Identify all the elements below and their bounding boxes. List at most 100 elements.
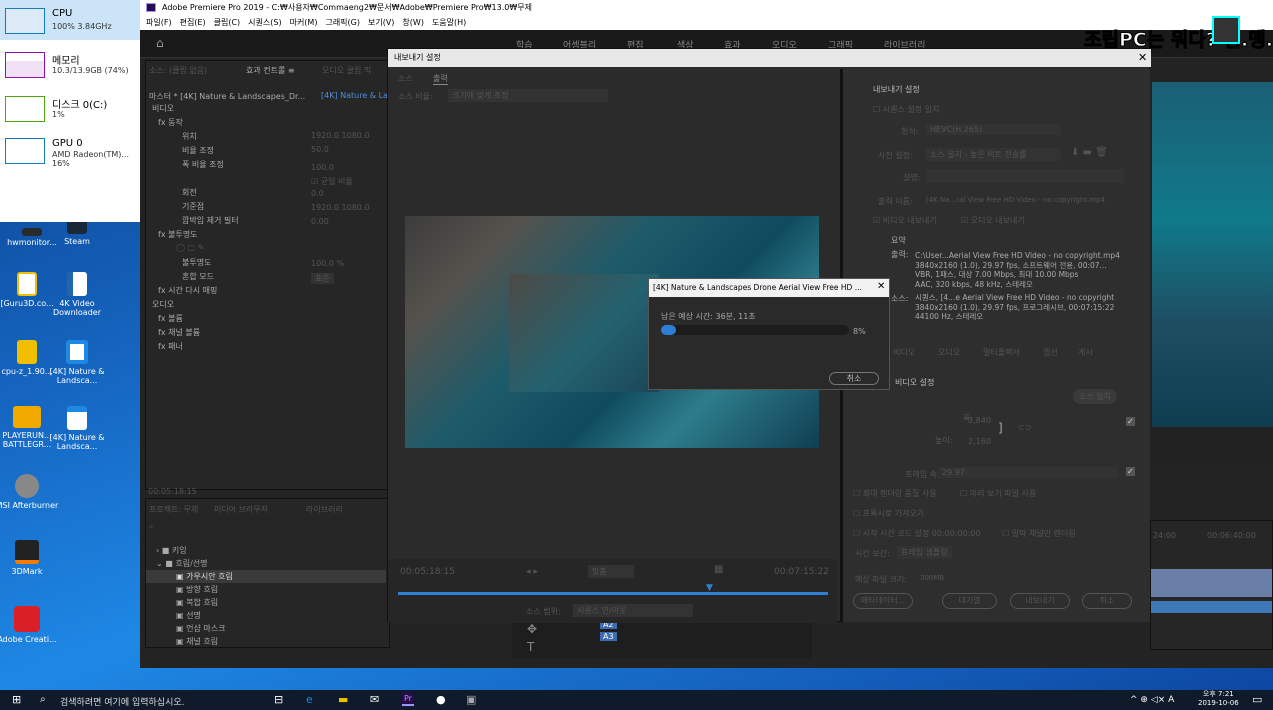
param-scale-width[interactable]: 폭 비율 조정: [182, 159, 224, 170]
search-icon[interactable]: ⌕: [149, 522, 153, 532]
effect-channel-blur[interactable]: ▣ 채널 흐림: [176, 636, 218, 647]
memory-row[interactable]: 메모리 10.3/13.9GB (74%): [0, 44, 140, 84]
effect-motion[interactable]: fx 동작: [158, 117, 183, 128]
mask-shape-icons[interactable]: ◯ ▢ ✎: [176, 243, 204, 252]
effect-panner[interactable]: fx 패너: [158, 341, 183, 352]
export-audio-checkbox[interactable]: ☑ 오디오 내보내기: [961, 215, 1025, 226]
import-proxy-checkbox[interactable]: ☐ 프록시로 가져오기: [853, 508, 924, 519]
link-chain-icon[interactable]: ⊂⊃: [1018, 423, 1031, 432]
param-anti-flicker[interactable]: 깜박임 제거 필터: [182, 215, 239, 226]
progress-close-icon[interactable]: ✕: [877, 281, 885, 292]
effect-compound-blur[interactable]: ▣ 복합 흐림: [176, 597, 218, 608]
menu-help[interactable]: 도움말(H): [432, 18, 466, 27]
source-range-bar[interactable]: [398, 592, 828, 595]
taskbar-search-box[interactable]: 검색하려면 여기에 입력하십시오.: [60, 695, 185, 708]
menu-file[interactable]: 파일(F): [146, 18, 172, 27]
preview-files-checkbox[interactable]: ☐ 미리 보기 파일 사용: [960, 488, 1036, 499]
param-rotation[interactable]: 회전: [182, 187, 197, 198]
desktop-icon-msi-afterburner[interactable]: MSI Afterburner: [0, 474, 59, 510]
notification-icon[interactable]: ▭: [1252, 693, 1262, 706]
uniform-scale-checkbox[interactable]: ☑ 균일 비율: [311, 176, 353, 187]
task-view-icon[interactable]: ⊟: [274, 693, 283, 706]
windows-start-icon[interactable]: ⊞: [12, 693, 21, 706]
tray-icons[interactable]: ^ ⊕ ◁× A: [1130, 695, 1174, 705]
effect-volume[interactable]: fx 볼륨: [158, 313, 183, 324]
cpu-row[interactable]: CPU 100% 3.84GHz: [0, 0, 140, 40]
source-scale-select[interactable]: 크기에 맞게 조정: [448, 89, 608, 102]
tab-source[interactable]: 소스: (클립 없음): [149, 65, 207, 76]
start-timecode-checkbox[interactable]: ☐ 시작 시간 코드 설정 00:00:00:00: [853, 528, 981, 539]
playhead-icon[interactable]: ▼: [706, 583, 713, 593]
param-blend-mode[interactable]: 혼합 모드: [182, 271, 214, 282]
desktop-icon-nature-video-2[interactable]: [4K] Nature & Landsca...: [45, 406, 109, 451]
value-position[interactable]: 1920.0 1080.0: [311, 131, 370, 140]
output-name-link[interactable]: [4K Na...ral View Free HD Video - no cop…: [926, 196, 1105, 204]
value-opacity[interactable]: 100.0 %: [311, 259, 344, 268]
menu-window[interactable]: 창(W): [402, 18, 424, 27]
tab-effect-controls[interactable]: 효과 컨트롤 ≡: [246, 65, 295, 76]
desktop-icon-nature-video-1[interactable]: [4K] Nature & Landsca...: [45, 340, 109, 385]
width-checkbox[interactable]: ✓: [1126, 417, 1135, 426]
alpha-only-checkbox[interactable]: ☐ 알파 채널만 렌더링: [1002, 528, 1076, 539]
tab-captions[interactable]: 캡션: [1043, 347, 1058, 358]
menu-graphics[interactable]: 그래픽(G): [325, 18, 360, 27]
menu-clip[interactable]: 클립(C): [214, 18, 241, 27]
cancel-button[interactable]: 취소: [1082, 593, 1132, 609]
source-range-select[interactable]: 시퀀스 인/아웃: [573, 604, 693, 617]
effect-sharpen[interactable]: ▣ 선명: [176, 610, 201, 621]
tab-publish[interactable]: 게시: [1078, 347, 1093, 358]
value-rotation[interactable]: 0.0: [311, 189, 324, 198]
tab-output-preview[interactable]: 출력: [433, 73, 448, 85]
desktop-icon-4k-video-downloader[interactable]: 4K Video Downloader: [45, 272, 109, 317]
clock[interactable]: 오후 7:21 2019-10-06: [1198, 690, 1239, 708]
match-sequence-checkbox[interactable]: ☐ 시퀀스 설정 일치: [873, 104, 939, 115]
timecode-in[interactable]: 00:05:18:15: [400, 567, 455, 577]
effect-opacity[interactable]: fx 불투명도: [158, 229, 198, 240]
effect-directional-blur[interactable]: ▣ 방향 흐림: [176, 584, 218, 595]
value-scale[interactable]: 50.0: [311, 145, 329, 154]
tab-media-browser[interactable]: 미디어 브라우저: [214, 504, 268, 515]
folder-keying[interactable]: › ■ 키잉: [156, 545, 187, 556]
effect-gaussian-blur[interactable]: ▣ 가우시안 흐림: [146, 570, 386, 583]
close-icon[interactable]: ✕: [1138, 51, 1147, 64]
track-a3[interactable]: A3: [600, 632, 617, 641]
desktop-icon-adobe-creative-cloud[interactable]: Adobe Creati...: [0, 606, 59, 644]
param-opacity[interactable]: 불투명도: [182, 257, 211, 268]
param-position[interactable]: 위치: [182, 131, 197, 142]
param-anchor-point[interactable]: 기준점: [182, 201, 204, 212]
comment-input[interactable]: [926, 169, 1124, 183]
effect-time-remapping[interactable]: fx 시간 다시 매핑: [158, 285, 217, 296]
match-source-button[interactable]: 소스 일치: [1073, 389, 1117, 404]
tab-audio-clip-mixer[interactable]: 오디오 클립 믹: [322, 65, 371, 76]
track-select-icon[interactable]: ✥: [527, 622, 537, 636]
width-value[interactable]: 3,840: [968, 416, 991, 425]
menu-view[interactable]: 보기(V): [368, 18, 394, 27]
home-icon[interactable]: ⌂: [156, 36, 164, 50]
steam-taskbar-icon[interactable]: ●: [436, 693, 446, 706]
file-explorer-icon[interactable]: ▬: [338, 693, 348, 706]
settings-icon[interactable]: ▦: [714, 564, 723, 575]
time-interpolation-select[interactable]: 프레임 샘플링: [897, 546, 952, 559]
menu-sequence[interactable]: 시퀀스(S): [248, 18, 281, 27]
height-value[interactable]: 2,160: [968, 437, 991, 446]
timeline-clip-audio[interactable]: [1151, 601, 1272, 613]
master-clip-label[interactable]: 마스터 * [4K] Nature & Landscapes_Dr...: [149, 91, 305, 102]
preset-action-icons[interactable]: ⬇ ▬ 🗑: [1071, 147, 1108, 158]
tab-video-settings[interactable]: 비디오: [893, 347, 915, 358]
metadata-button[interactable]: 메타데이터...: [853, 593, 913, 609]
export-button[interactable]: 내보내기: [1010, 593, 1070, 609]
effect-unsharp-mask[interactable]: ▣ 언샵 마스크: [176, 623, 225, 634]
menu-marker[interactable]: 마커(M): [290, 18, 318, 27]
export-video-checkbox[interactable]: ☑ 비디오 내보내기: [873, 215, 937, 226]
desktop-icon-steam[interactable]: Steam: [45, 218, 109, 246]
value-anti-flicker[interactable]: 0.00: [311, 217, 329, 226]
premiere-taskbar-icon[interactable]: Pr: [402, 693, 414, 706]
effect-channel-volume[interactable]: fx 채널 볼륨: [158, 327, 200, 338]
tab-multiplexer[interactable]: 멀티플렉서: [983, 347, 1020, 358]
app-taskbar-icon[interactable]: ▣: [466, 693, 476, 706]
preset-select[interactable]: 소스 일치 - 높은 비트 전송률: [926, 148, 1061, 161]
value-anchor-point[interactable]: 1920.0 1080.0: [311, 203, 370, 212]
timecode-out[interactable]: 00:07:15:22: [774, 567, 829, 577]
framerate-select[interactable]: 29.97: [938, 467, 1118, 478]
tab-libraries[interactable]: 라이브러리: [306, 504, 343, 515]
